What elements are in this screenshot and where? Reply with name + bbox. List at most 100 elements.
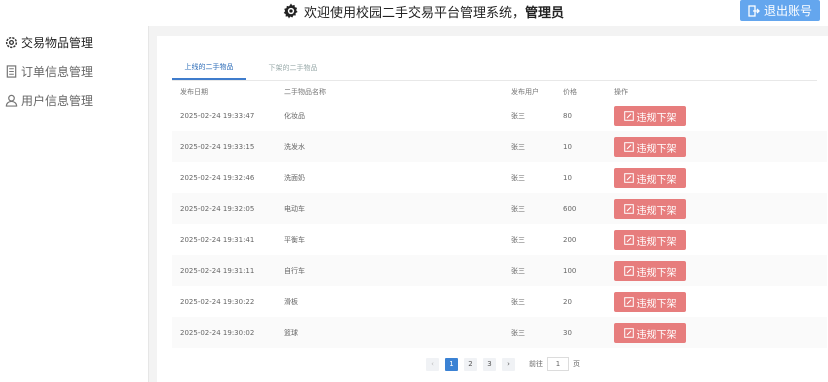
- table-row: 2025-02-24 19:31:11 自行车 张三 100 违规下架: [172, 255, 827, 286]
- tab-online-goods[interactable]: 上线的二手物品: [172, 56, 246, 80]
- table-row: 2025-02-24 19:30:02 篮球 张三 30 违规下架: [172, 317, 827, 348]
- logout-icon: [748, 4, 760, 17]
- edit-icon: [623, 204, 634, 214]
- cell-name: 平衡车: [284, 235, 305, 244]
- cell-price: 30: [563, 328, 572, 337]
- page-title: 欢迎使用校园二手交易平台管理系统， 管理员: [282, 0, 564, 22]
- goto-suffix: 页: [573, 360, 580, 368]
- cell-name: 篮球: [284, 328, 298, 337]
- takedown-button[interactable]: 违规下架: [614, 292, 686, 312]
- document-icon: [6, 64, 17, 78]
- next-page-button[interactable]: ›: [502, 357, 515, 371]
- page-button-1[interactable]: 1: [445, 357, 458, 371]
- cell-user: 张三: [511, 235, 525, 244]
- gear-icon: [5, 36, 18, 48]
- cell-name: 自行车: [284, 266, 305, 275]
- cell-name: 洗面奶: [284, 173, 305, 182]
- cell-price: 200: [563, 235, 577, 244]
- sidebar-item-goods[interactable]: 交易物品管理: [5, 32, 93, 52]
- table-header: 发布日期 二手物品名称 发布用户 价格 操作: [172, 84, 827, 100]
- edit-icon: [623, 173, 634, 183]
- goto-prefix: 前往: [529, 360, 543, 368]
- takedown-label: 违规下架: [636, 329, 677, 341]
- tab-label: 下架的二手物品: [268, 64, 318, 72]
- takedown-label: 违规下架: [636, 205, 677, 217]
- cell-price: 10: [563, 173, 572, 182]
- takedown-button[interactable]: 违规下架: [614, 106, 686, 126]
- edit-icon: [623, 328, 634, 338]
- sidebar: 交易物品管理 订单信息管理 用户信息管理: [0, 26, 149, 382]
- takedown-button[interactable]: 违规下架: [614, 230, 686, 250]
- logout-button[interactable]: 退出账号: [740, 0, 820, 21]
- cell-user: 张三: [511, 297, 525, 306]
- sidebar-item-orders[interactable]: 订单信息管理: [5, 61, 93, 81]
- cell-date: 2025-02-24 19:31:11: [180, 266, 255, 275]
- takedown-label: 违规下架: [636, 112, 677, 124]
- takedown-label: 违规下架: [636, 267, 677, 279]
- cell-user: 张三: [511, 266, 525, 275]
- takedown-label: 违规下架: [636, 298, 677, 310]
- takedown-button[interactable]: 违规下架: [614, 168, 686, 188]
- cell-user: 张三: [511, 173, 525, 182]
- table-row: 2025-02-24 19:32:05 电动车 张三 600 违规下架: [172, 193, 827, 224]
- user-icon: [5, 94, 18, 107]
- cell-price: 80: [563, 111, 572, 120]
- header-user: 发布用户: [511, 88, 539, 96]
- prev-page-button[interactable]: ‹: [426, 357, 439, 371]
- top-header: 欢迎使用校园二手交易平台管理系统， 管理员 退出账号: [0, 0, 828, 26]
- tab-offline-goods[interactable]: 下架的二手物品: [256, 56, 330, 80]
- page-jump: 前往 1 页: [529, 357, 580, 371]
- header-action: 操作: [614, 88, 628, 96]
- tab-label: 上线的二手物品: [184, 63, 234, 71]
- cell-date: 2025-02-24 19:32:05: [180, 204, 255, 213]
- edit-icon: [623, 266, 634, 276]
- takedown-button[interactable]: 违规下架: [614, 323, 686, 343]
- edit-icon: [623, 111, 634, 121]
- cell-date: 2025-02-24 19:31:41: [180, 235, 255, 244]
- cell-date: 2025-02-24 19:33:15: [180, 142, 255, 151]
- cell-price: 20: [563, 297, 572, 306]
- goto-input[interactable]: 1: [547, 357, 569, 371]
- sidebar-item-label: 用户信息管理: [21, 93, 94, 108]
- cell-price: 100: [563, 266, 577, 275]
- main-content: 上线的二手物品 下架的二手物品 发布日期 二手物品名称 发布用户 价格 操作 2…: [149, 26, 828, 382]
- cell-price: 600: [563, 204, 577, 213]
- table-row: 2025-02-24 19:32:46 洗面奶 张三 10 违规下架: [172, 162, 827, 193]
- takedown-label: 违规下架: [636, 236, 677, 248]
- content-panel: 上线的二手物品 下架的二手物品 发布日期 二手物品名称 发布用户 价格 操作 2…: [157, 36, 828, 382]
- cell-name: 洗发水: [284, 142, 305, 151]
- cell-date: 2025-02-24 19:33:47: [180, 111, 255, 120]
- page-button-2[interactable]: 2: [464, 357, 477, 371]
- takedown-label: 违规下架: [636, 143, 677, 155]
- page-button-3[interactable]: 3: [483, 357, 496, 371]
- logout-label: 退出账号: [763, 4, 812, 18]
- sidebar-item-label: 订单信息管理: [21, 64, 94, 79]
- role-text: 管理员: [525, 5, 565, 21]
- header-price: 价格: [563, 88, 577, 96]
- table-row: 2025-02-24 19:33:15 洗发水 张三 10 违规下架: [172, 131, 827, 162]
- header-date: 发布日期: [180, 88, 208, 96]
- cell-user: 张三: [511, 142, 525, 151]
- sidebar-item-users[interactable]: 用户信息管理: [5, 90, 93, 110]
- cell-name: 滑板: [284, 297, 298, 306]
- takedown-button[interactable]: 违规下架: [614, 199, 686, 219]
- table-row: 2025-02-24 19:31:41 平衡车 张三 200 违规下架: [172, 224, 827, 255]
- takedown-button[interactable]: 违规下架: [614, 137, 686, 157]
- welcome-text: 欢迎使用校园二手交易平台管理系统，: [304, 5, 526, 21]
- edit-icon: [623, 297, 634, 307]
- cell-date: 2025-02-24 19:30:22: [180, 297, 255, 306]
- pagination: ‹ 1 2 3 › 前往 1 页: [426, 357, 580, 371]
- table-row: 2025-02-24 19:30:22 滑板 张三 20 违规下架: [172, 286, 827, 317]
- sidebar-item-label: 交易物品管理: [21, 35, 94, 50]
- cell-name: 电动车: [284, 204, 305, 213]
- cell-user: 张三: [511, 111, 525, 120]
- takedown-button[interactable]: 违规下架: [614, 261, 686, 281]
- edit-icon: [623, 142, 634, 152]
- cell-user: 张三: [511, 328, 525, 337]
- edit-icon: [623, 235, 634, 245]
- table-row: 2025-02-24 19:33:47 化妆品 张三 80 违规下架: [172, 100, 827, 131]
- gear-icon: [283, 3, 298, 19]
- cell-date: 2025-02-24 19:32:46: [180, 173, 255, 182]
- cell-name: 化妆品: [284, 111, 305, 120]
- header-name: 二手物品名称: [284, 88, 326, 96]
